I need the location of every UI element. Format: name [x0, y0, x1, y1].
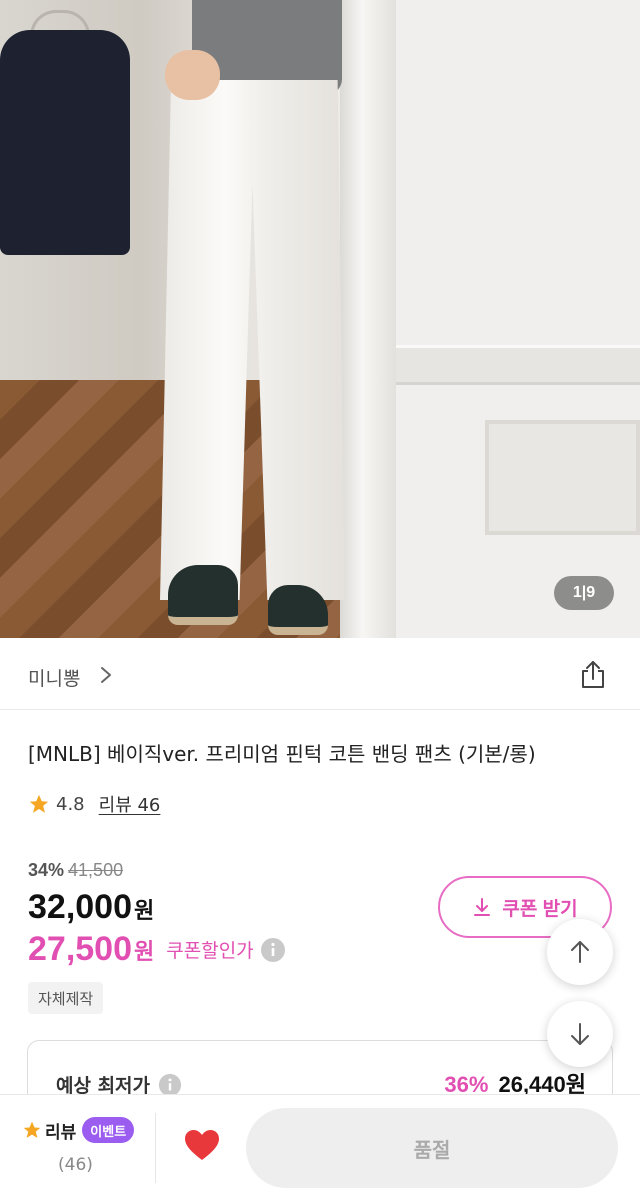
image-sweater: [0, 30, 130, 255]
coupon-price: 27,500: [28, 930, 132, 968]
rating-row: 4.8 리뷰 46: [28, 792, 160, 816]
coupon-price-row: 27,500 원 쿠폰할인가: [28, 930, 286, 969]
rating-score: 4.8: [56, 793, 85, 815]
arrow-down-icon: [571, 1023, 589, 1045]
image-wall: [355, 0, 640, 638]
bottom-action-bar: 리뷰 이벤트 (46) 품절: [0, 1094, 640, 1200]
share-icon[interactable]: [579, 660, 607, 690]
soldout-button[interactable]: 품절: [246, 1108, 618, 1188]
event-badge: 이벤트: [82, 1117, 135, 1143]
product-image[interactable]: [0, 0, 640, 638]
download-icon: [474, 898, 491, 916]
image-wall-panel-lower: [485, 420, 640, 535]
coupon-button-label: 쿠폰 받기: [502, 898, 578, 920]
price-row: 32,000 원: [28, 888, 154, 927]
bottom-review-button[interactable]: 리뷰 이벤트: [22, 1117, 135, 1143]
image-hand: [165, 50, 220, 100]
coupon-price-unit: 원: [134, 938, 155, 964]
image-door-frame: [340, 0, 396, 638]
star-icon: [23, 1121, 41, 1138]
star-icon: [29, 794, 49, 813]
heart-icon[interactable]: [184, 1129, 220, 1161]
chevron-right-icon: [101, 667, 111, 683]
discount-rate: 34%: [28, 860, 65, 880]
info-icon[interactable]: [158, 1073, 182, 1097]
bottom-review-count: (46): [58, 1155, 93, 1175]
bottom-review-label: 리뷰: [45, 1122, 77, 1143]
arrow-up-icon: [571, 941, 589, 963]
sale-price: 32,000: [28, 888, 132, 926]
brand-name[interactable]: 미니뽕: [28, 664, 80, 691]
image-wall-panel: [395, 345, 640, 385]
scroll-bottom-button[interactable]: [547, 1001, 613, 1067]
product-tag: 자체제작: [28, 982, 104, 1014]
discount-row: 34% 41,500: [28, 860, 123, 881]
coupon-price-label: 쿠폰할인가: [166, 941, 254, 962]
image-counter: 1|9: [554, 576, 614, 610]
bottom-divider: [155, 1113, 156, 1183]
brand-row[interactable]: 미니뽕: [0, 638, 640, 710]
review-link[interactable]: 리뷰 46: [99, 791, 161, 817]
scroll-top-button[interactable]: [547, 919, 613, 985]
product-title: [MNLB] 베이직ver. 프리미엄 핀턱 코튼 밴딩 팬츠 (기본/롱): [28, 742, 536, 766]
sale-price-unit: 원: [134, 898, 155, 923]
image-shoe-left: [168, 565, 238, 625]
info-icon[interactable]: [260, 937, 286, 963]
original-price: 41,500: [68, 860, 124, 880]
